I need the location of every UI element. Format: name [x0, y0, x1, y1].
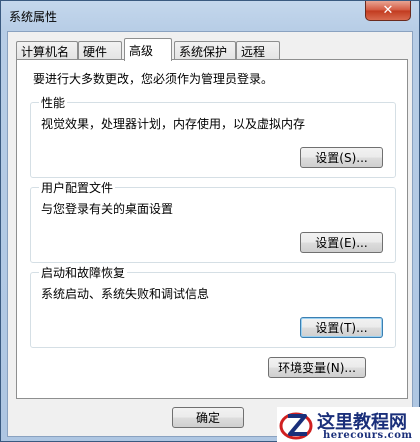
close-button[interactable]: ✕	[365, 1, 411, 21]
performance-group: 性能 视觉效果，处理器计划，内存使用，以及虚拟内存 设置(S)...	[30, 94, 396, 178]
user-profiles-settings-button[interactable]: 设置(E)...	[300, 232, 383, 253]
tab-system-protection[interactable]: 系统保护	[174, 41, 236, 60]
group-description: 视觉效果，处理器计划，内存使用，以及虚拟内存	[41, 117, 306, 131]
environment-variables-button[interactable]: 环境变量(N)...	[268, 357, 366, 378]
admin-notice: 要进行大多数更改，您必须作为管理员登录。	[33, 72, 274, 86]
startup-recovery-group: 启动和故障恢复 系统启动、系统失败和调试信息 设置(T)...	[30, 264, 396, 348]
site-watermark: 这里教程网 herecours.com	[277, 407, 420, 442]
group-description: 与您登录有关的桌面设置	[41, 202, 174, 216]
tab-remote[interactable]: 远程	[236, 41, 280, 60]
watermark-logo-icon	[279, 412, 313, 440]
system-properties-window: 系统属性 ✕ 计算机名 硬件 高级 系统保护 远程 要进行大多数更改，您必须作为…	[0, 0, 420, 442]
group-description: 系统启动、系统失败和调试信息	[41, 287, 210, 301]
performance-settings-button[interactable]: 设置(S)...	[300, 147, 383, 168]
tab-advanced[interactable]: 高级	[124, 38, 172, 61]
advanced-tab-panel: 要进行大多数更改，您必须作为管理员登录。 性能 视觉效果，处理器计划，内存使用，…	[16, 59, 408, 399]
tab-computer-name[interactable]: 计算机名	[16, 41, 78, 60]
group-title: 用户配置文件	[39, 179, 116, 196]
title-bar[interactable]: 系统属性 ✕	[1, 1, 419, 31]
group-title: 启动和故障恢复	[39, 264, 128, 281]
tab-hardware[interactable]: 硬件	[78, 41, 122, 60]
dialog-client-area: 计算机名 硬件 高级 系统保护 远程 要进行大多数更改，您必须作为管理员登录。 …	[7, 31, 413, 437]
ok-button[interactable]: 确定	[172, 407, 244, 428]
group-title: 性能	[39, 94, 68, 111]
user-profiles-group: 用户配置文件 与您登录有关的桌面设置 设置(E)...	[30, 179, 396, 263]
window-title: 系统属性	[9, 10, 58, 24]
watermark-site-url: herecours.com	[323, 430, 413, 441]
startup-recovery-settings-button[interactable]: 设置(T)...	[300, 317, 383, 338]
